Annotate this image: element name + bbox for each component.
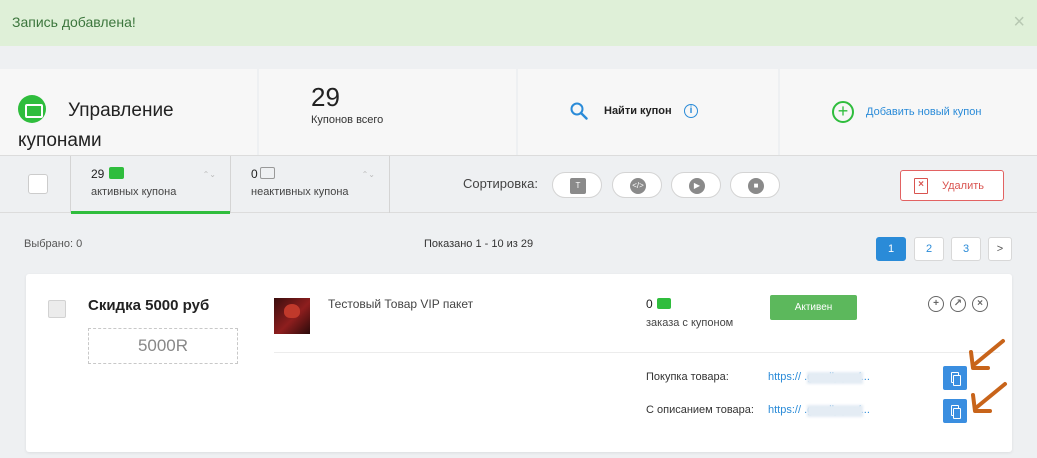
selected-count: Выбрано: 0 [24, 238, 83, 250]
sort-by-inactive-button[interactable]: ■ [730, 172, 780, 198]
remove-icon[interactable]: × [972, 296, 988, 312]
sort-label: Сортировка: [463, 176, 538, 191]
active-count: 29 [91, 167, 105, 181]
coupon-card: Скидка 5000 руб 5000R Тестовый Товар VIP… [26, 274, 1012, 452]
tab-inactive-coupons[interactable]: 0 неактивных купона ⌃⌄ [230, 156, 390, 213]
close-icon[interactable]: × [1013, 12, 1025, 32]
filter-bar: 29 активных купона ⌃⌄ 0 неактивных купон… [0, 155, 1037, 214]
total-coupons-label: Купонов всего [311, 114, 384, 126]
delete-button[interactable]: × Удалить [900, 170, 1004, 201]
ticket-icon [657, 298, 671, 309]
play-icon: ▶ [689, 178, 705, 194]
code-icon: </> [630, 178, 646, 194]
alert-message: Запись добавлена! [12, 14, 136, 30]
page-1-button[interactable]: 1 [876, 237, 906, 261]
inactive-label: неактивных купона [251, 186, 349, 198]
total-coupons-count: 29 [311, 82, 340, 112]
info-icon[interactable]: i [684, 104, 698, 118]
delete-icon: × [914, 178, 928, 194]
success-alert: Запись добавлена! × [0, 0, 1037, 46]
zoom-icon[interactable]: + [928, 296, 944, 312]
ticket-icon [109, 167, 124, 179]
sort-by-title-button[interactable]: T [552, 172, 602, 198]
coupon-name: Скидка 5000 руб [88, 297, 210, 314]
delete-label: Удалить [942, 180, 984, 192]
sort-by-active-button[interactable]: ▶ [671, 172, 721, 198]
stats-row: Управление купонами 29 Купонов всего Най… [0, 69, 1037, 155]
ticket-icon [260, 167, 275, 179]
active-label: активных купона [91, 186, 177, 198]
coupon-checkbox[interactable] [48, 300, 66, 318]
coupons-title-panel: Управление купонами [0, 69, 257, 155]
product-name: Тестовый Товар VIP пакет [328, 297, 474, 311]
page-2-button[interactable]: 2 [914, 237, 944, 261]
plus-icon: + [832, 101, 854, 123]
text-icon: T [570, 178, 586, 194]
orders-label: заказа с купоном [646, 317, 734, 329]
stop-icon: ■ [748, 178, 764, 194]
redacted-text [807, 372, 863, 384]
annotation-arrow [969, 339, 1005, 370]
next-page-button[interactable]: > [988, 237, 1012, 261]
search-icon [570, 102, 588, 120]
sort-arrows-icon[interactable]: ⌃⌄ [362, 170, 375, 180]
page-title: Управление купонами [18, 100, 174, 151]
select-all-checkbox[interactable] [28, 174, 48, 194]
find-coupon-panel[interactable]: Найти купон i [518, 69, 778, 155]
total-coupons-panel: 29 Купонов всего [259, 69, 516, 155]
sort-arrows-icon[interactable]: ⌃⌄ [203, 170, 216, 180]
redacted-text [807, 405, 863, 417]
add-coupon-link[interactable]: Добавить новый купон [866, 106, 981, 118]
add-coupon-panel[interactable]: + Добавить новый купон [780, 69, 1037, 155]
description-link-label: С описанием товара: [646, 404, 754, 416]
find-coupon-label[interactable]: Найти купон [604, 105, 672, 117]
shown-range: Показано 1 - 10 из 29 [424, 238, 534, 250]
sort-by-code-button[interactable]: </> [612, 172, 662, 198]
annotation-arrow [971, 382, 1007, 413]
orders-count: 0 [646, 297, 653, 311]
copy-icon[interactable] [943, 366, 967, 390]
status-badge[interactable]: Активен [770, 295, 857, 320]
purchase-link-label: Покупка товара: [646, 371, 729, 383]
inactive-count: 0 [251, 167, 258, 181]
divider [274, 352, 1000, 353]
product-thumbnail [274, 298, 310, 334]
page-3-button[interactable]: 3 [951, 237, 981, 261]
edit-icon[interactable]: ↗ [950, 296, 966, 312]
tab-active-coupons[interactable]: 29 активных купона ⌃⌄ [70, 156, 230, 214]
coupon-code: 5000R [88, 328, 238, 364]
copy-icon[interactable] [943, 399, 967, 423]
